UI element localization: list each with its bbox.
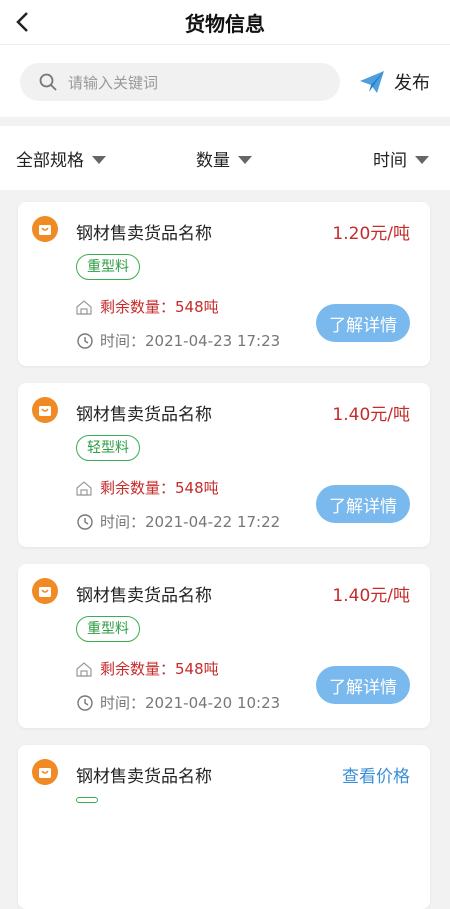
post-time: 时间：2021-04-23 17:23 [76, 330, 280, 351]
remaining-quantity-text: 剩余数量：548吨 [100, 298, 219, 316]
search-input[interactable] [66, 63, 330, 103]
caret-down-icon [238, 155, 252, 164]
warehouse-icon [76, 480, 92, 496]
warehouse-icon [76, 661, 92, 677]
goods-name: 钢材售卖货品名称 [76, 405, 212, 425]
goods-card[interactable]: 钢材售卖货品名称 查看价格 [18, 745, 430, 909]
post-time: 时间：2021-04-22 17:22 [76, 511, 280, 532]
goods-card[interactable]: 钢材售卖货品名称 1.20元/吨 重型料 剩余数量：548吨 时间：2021-0… [18, 202, 430, 366]
shopping-bag-icon [32, 216, 58, 242]
publish-button[interactable]: 发布 [358, 63, 438, 101]
publish-label: 发布 [394, 73, 430, 94]
goods-name: 钢材售卖货品名称 [76, 224, 212, 244]
app-header: 货物信息 [0, 0, 450, 44]
shopping-bag-icon [32, 397, 58, 423]
remaining-quantity: 剩余数量：548吨 [76, 658, 219, 679]
goods-tag: 轻型料 [76, 435, 140, 461]
post-time-text: 时间：2021-04-20 10:23 [100, 694, 281, 712]
details-button[interactable]: 了解详情 [316, 304, 410, 342]
goods-name: 钢材售卖货品名称 [76, 586, 212, 606]
filter-time[interactable]: 时间 [373, 146, 429, 171]
shopping-bag-icon [32, 759, 58, 785]
filter-spec-label: 全部规格 [16, 151, 84, 171]
view-price-link[interactable]: 查看价格 [342, 762, 410, 787]
post-time-text: 时间：2021-04-22 17:22 [100, 513, 281, 531]
search-icon [39, 73, 57, 91]
goods-card[interactable]: 钢材售卖货品名称 1.40元/吨 重型料 剩余数量：548吨 时间：2021-0… [18, 564, 430, 728]
shopping-bag-icon [32, 578, 58, 604]
clock-icon [77, 332, 93, 349]
caret-down-icon [92, 155, 106, 164]
goods-card[interactable]: 钢材售卖货品名称 1.40元/吨 轻型料 剩余数量：548吨 时间：2021-0… [18, 383, 430, 547]
clock-icon [77, 513, 93, 530]
goods-name: 钢材售卖货品名称 [76, 767, 212, 787]
post-time: 时间：2021-04-20 10:23 [76, 692, 280, 713]
page-title: 货物信息 [185, 12, 265, 36]
warehouse-icon [76, 299, 92, 315]
details-button[interactable]: 了解详情 [316, 666, 410, 704]
filter-quantity[interactable]: 数量 [196, 146, 252, 171]
goods-tag [76, 797, 98, 803]
paper-plane-icon [360, 71, 384, 93]
caret-down-icon [415, 155, 429, 164]
search-row: 发布 [0, 44, 450, 117]
goods-tag: 重型料 [76, 616, 140, 642]
post-time-text: 时间：2021-04-23 17:23 [100, 332, 281, 350]
goods-price: 1.40元/吨 [332, 405, 410, 425]
filter-bar: 全部规格 数量 时间 [0, 126, 450, 190]
remaining-quantity-text: 剩余数量：548吨 [100, 479, 219, 497]
clock-icon [77, 694, 93, 711]
goods-tag: 重型料 [76, 254, 140, 280]
search-box[interactable] [20, 63, 340, 103]
filter-time-label: 时间 [373, 151, 407, 171]
remaining-quantity: 剩余数量：548吨 [76, 296, 219, 317]
filter-quantity-label: 数量 [196, 151, 230, 171]
details-button[interactable]: 了解详情 [316, 485, 410, 523]
goods-price: 1.20元/吨 [332, 224, 410, 244]
remaining-quantity: 剩余数量：548吨 [76, 477, 219, 498]
filter-spec[interactable]: 全部规格 [16, 146, 106, 171]
goods-price: 1.40元/吨 [332, 586, 410, 606]
remaining-quantity-text: 剩余数量：548吨 [100, 660, 219, 678]
